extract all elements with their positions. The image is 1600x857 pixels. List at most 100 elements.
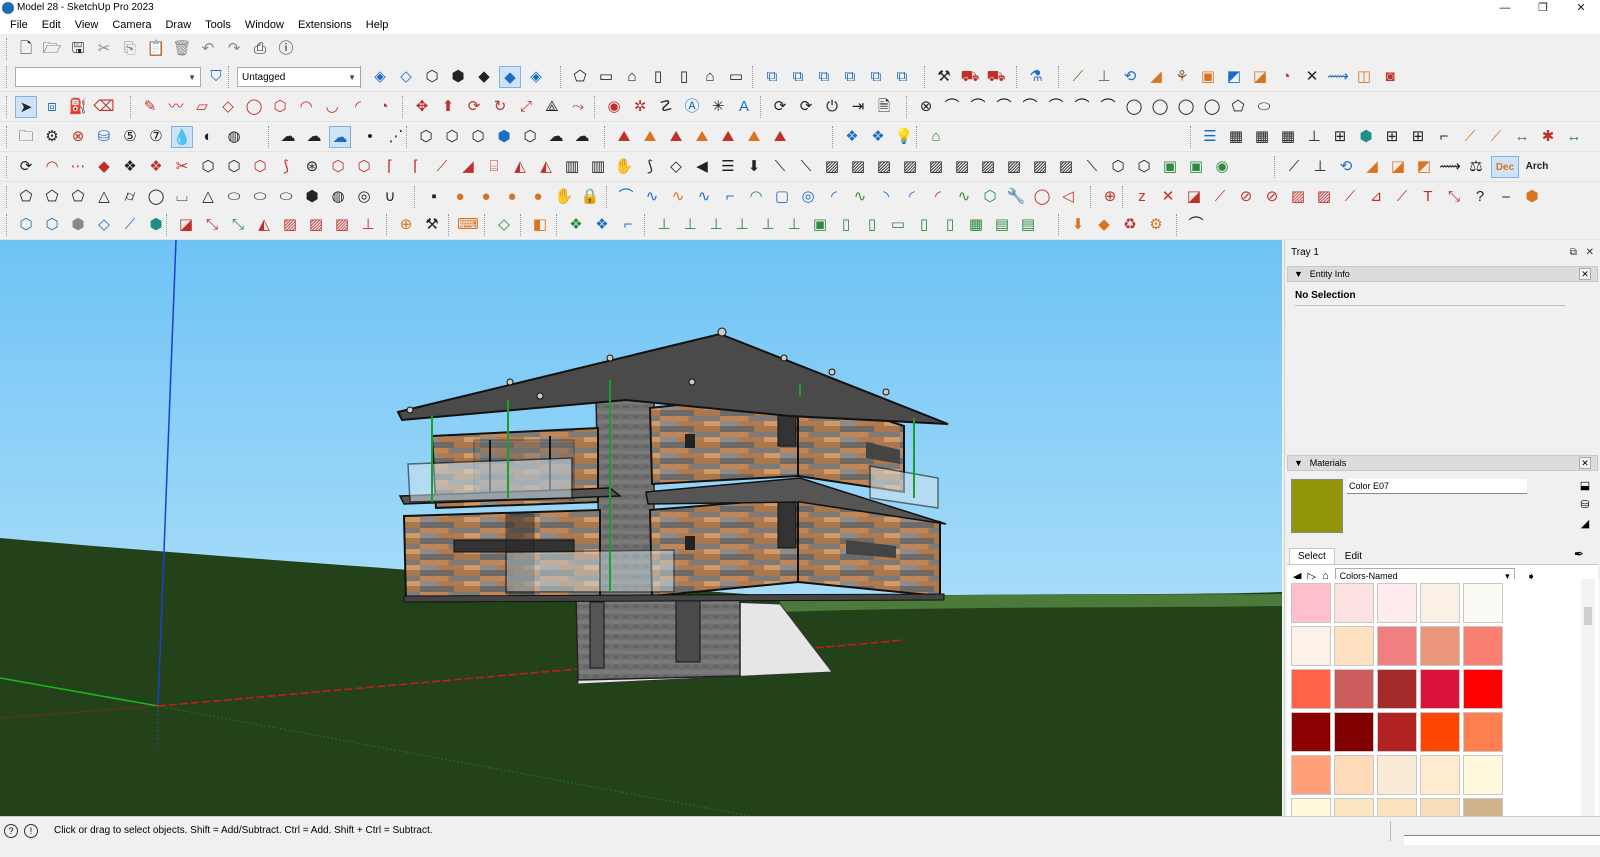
cv-p-icon[interactable]: ◯	[1031, 186, 1053, 208]
document-icon[interactable]: 🗎	[873, 96, 895, 118]
torus-c-icon[interactable]: ⬭	[275, 186, 297, 208]
material-swatch[interactable]	[1291, 626, 1331, 666]
bld-k-icon[interactable]: ▯	[913, 214, 935, 236]
rotate-icon[interactable]: ⟳	[463, 96, 485, 118]
curve-g-icon[interactable]: ⌒	[1097, 96, 1119, 118]
save-icon[interactable]: 🖫	[67, 38, 89, 60]
tool-m-icon[interactable]: ◙	[1379, 66, 1401, 88]
tool-f-icon[interactable]: ▣	[1197, 66, 1219, 88]
create-material-icon[interactable]: ⛁	[1578, 498, 1592, 513]
bld-i-icon[interactable]: ▯	[861, 214, 883, 236]
ann-m-icon[interactable]: ⤡	[1443, 186, 1465, 208]
axes-icon[interactable]: Ⓐ	[681, 96, 703, 118]
make-component-icon[interactable]: ⧈	[41, 96, 63, 118]
ann-o-icon[interactable]: ⬢	[1521, 186, 1543, 208]
tool-a-icon[interactable]: ⟋	[1067, 66, 1089, 88]
hb-e-icon[interactable]: ▨	[279, 214, 301, 236]
torus-a-icon[interactable]: ⬭	[223, 186, 245, 208]
hex-b-icon[interactable]: ⬡	[441, 126, 463, 148]
material-swatch[interactable]	[1420, 755, 1460, 795]
material-swatch[interactable]	[1334, 755, 1374, 795]
tool-k-icon[interactable]: ⟿	[1327, 66, 1349, 88]
eraser-icon[interactable]: ⌫	[93, 96, 115, 118]
cv-i-icon[interactable]: ◜	[823, 186, 845, 208]
mod-am-icon[interactable]: ▣	[1185, 156, 1207, 178]
plug-icon[interactable]: ⏻	[821, 96, 843, 118]
hand-icon[interactable]: ✋	[553, 186, 575, 208]
curve-tool-icon[interactable]: ⟳	[15, 156, 37, 178]
arch-b-icon[interactable]: ⛰	[639, 126, 661, 148]
solid-trim-icon[interactable]: ⧉	[865, 66, 887, 88]
ext-l-icon[interactable]: ⟋	[1485, 126, 1507, 148]
ann-h-icon[interactable]: ▨	[1313, 186, 1335, 208]
arch-units-button[interactable]: Arch	[1523, 156, 1551, 178]
mod-ae-icon[interactable]: ▨	[977, 156, 999, 178]
erase-icon[interactable]: 🗑	[171, 38, 193, 60]
material-swatch[interactable]	[1463, 626, 1503, 666]
current-material-swatch[interactable]	[1291, 479, 1343, 533]
cv-j-icon[interactable]: ∿	[849, 186, 871, 208]
offset-icon[interactable]: ⟁	[541, 96, 563, 118]
drop-icon[interactable]: 💧	[171, 126, 193, 148]
arc-icon[interactable]: ◠	[295, 96, 317, 118]
ext-n-icon[interactable]: ✱	[1537, 126, 1559, 148]
close-icon[interactable]: ✕	[1579, 457, 1591, 469]
arch-g-icon[interactable]: ⛰	[769, 126, 791, 148]
curve-settings-icon[interactable]: ⊗	[915, 96, 937, 118]
material-swatch[interactable]	[1463, 798, 1503, 816]
material-swatch[interactable]	[1377, 626, 1417, 666]
hb-c-icon[interactable]: ⤡	[227, 214, 249, 236]
menu-window[interactable]: Window	[238, 19, 291, 31]
tool-g-icon[interactable]: ◩	[1223, 66, 1245, 88]
scrollbar-thumb[interactable]	[1584, 607, 1592, 625]
measurements-box[interactable]	[1404, 835, 1600, 845]
cv-g-icon[interactable]: ▢	[771, 186, 793, 208]
sphere-d-icon[interactable]: ●	[527, 186, 549, 208]
cube-e-icon[interactable]: ⟋	[119, 214, 141, 236]
material-swatch[interactable]	[1377, 755, 1417, 795]
mod-q-icon[interactable]: ✋	[613, 156, 635, 178]
mod-af-icon[interactable]: ▨	[1003, 156, 1025, 178]
sphere-a-icon[interactable]: ●	[449, 186, 471, 208]
arch-f-icon[interactable]: ⛰	[743, 126, 765, 148]
export-icon[interactable]: ⇥	[847, 96, 869, 118]
cone-icon[interactable]: △	[197, 186, 219, 208]
point-icon[interactable]: •	[359, 126, 381, 148]
geosphere-icon[interactable]: ◍	[327, 186, 349, 208]
cube-d-icon[interactable]: ◇	[93, 214, 115, 236]
prim-b-icon[interactable]: ⬠	[41, 186, 63, 208]
curve-a-icon[interactable]: ⌒	[941, 96, 963, 118]
open-icon[interactable]: 🗁	[41, 38, 63, 60]
material-swatch[interactable]	[1420, 583, 1460, 623]
mx-a-icon[interactable]: ⟋	[1283, 156, 1305, 178]
layer-b-icon[interactable]: ❖	[591, 214, 613, 236]
pie-icon[interactable]: ◔	[373, 96, 395, 118]
ann-n-icon[interactable]: ⎯	[1495, 186, 1517, 208]
bld-l-icon[interactable]: ▯	[939, 214, 961, 236]
top-view-icon[interactable]: ▭	[595, 66, 617, 88]
mod-m-icon[interactable]: ◭	[509, 156, 531, 178]
hex-c-icon[interactable]: ⬡	[467, 126, 489, 148]
stack-icon[interactable]: ⛁	[93, 126, 115, 148]
back-view-icon[interactable]: ▯	[673, 66, 695, 88]
reload-all-icon[interactable]: ⟳	[795, 96, 817, 118]
material-swatch[interactable]	[1291, 798, 1331, 816]
mod-t-icon[interactable]: ◀	[691, 156, 713, 178]
material-swatch[interactable]	[1463, 755, 1503, 795]
dec-units-button[interactable]: Dec	[1491, 156, 1519, 178]
hb-d-icon[interactable]: ◭	[253, 214, 275, 236]
swatch-scrollbar[interactable]	[1581, 579, 1595, 816]
mod-s-icon[interactable]: ◇	[665, 156, 687, 178]
hb-h-icon[interactable]: ⊥	[357, 214, 379, 236]
mx-f-icon[interactable]: ◩	[1413, 156, 1435, 178]
arch-e-icon[interactable]: ⛰	[717, 126, 739, 148]
model-info-icon[interactable]: ⓘ	[275, 38, 297, 60]
surface-icon[interactable]: ◇	[493, 214, 515, 236]
ext-m-icon[interactable]: ↔	[1511, 126, 1533, 148]
mod-n-icon[interactable]: ◭	[535, 156, 557, 178]
scale-icon[interactable]: ⤢	[515, 96, 537, 118]
curve-c-icon[interactable]: ⌒	[993, 96, 1015, 118]
mod-ag-icon[interactable]: ▨	[1029, 156, 1051, 178]
cube-b-icon[interactable]: ⬡	[41, 214, 63, 236]
circle-d-icon[interactable]: ◯	[1201, 96, 1223, 118]
